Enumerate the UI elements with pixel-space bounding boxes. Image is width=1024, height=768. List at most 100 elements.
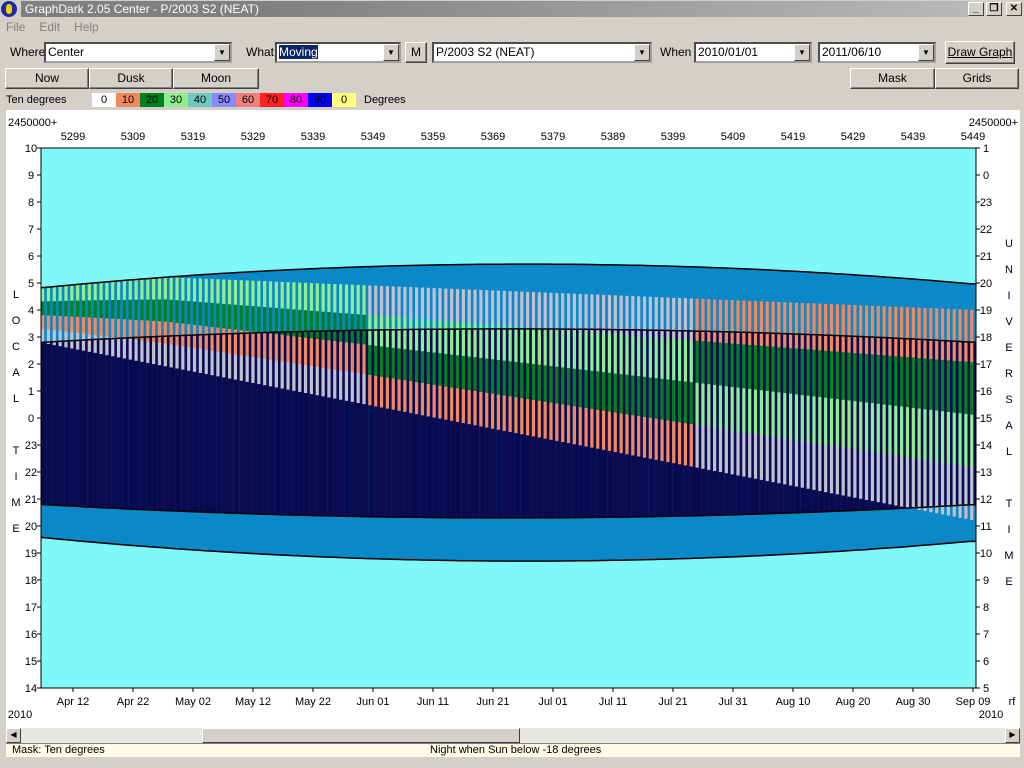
chevron-down-icon[interactable]: ▼ <box>214 44 230 61</box>
app-icon[interactable] <box>1 1 17 17</box>
altitude-stripe <box>315 366 319 396</box>
altitude-stripe <box>397 348 401 380</box>
altitude-stripe <box>263 358 267 386</box>
chevron-down-icon[interactable]: ▼ <box>918 44 934 61</box>
altitude-stripe <box>637 416 641 457</box>
minimize-button[interactable]: _ <box>968 2 984 16</box>
altitude-stripe <box>578 293 582 333</box>
scroll-left-icon[interactable]: ◀ <box>6 728 21 743</box>
altitude-stripe <box>713 384 717 429</box>
altitude-stripe <box>134 279 138 301</box>
right-axis-title-letter: I <box>1007 524 1010 536</box>
jd-tick-label: 5379 <box>541 131 565 143</box>
year-right-label: 2010 <box>979 709 1003 721</box>
scroll-right-icon[interactable]: ▶ <box>1005 728 1020 743</box>
menu-help[interactable]: Help <box>74 20 99 34</box>
right-hour-label: 1 <box>983 143 989 155</box>
chevron-down-icon[interactable]: ▼ <box>383 44 399 61</box>
altitude-stripe <box>274 334 278 362</box>
left-axis-title-letter: E <box>12 523 19 535</box>
altitude-stripe <box>444 386 448 420</box>
date-tick-label: Jul 31 <box>718 696 747 708</box>
altitude-stripe <box>163 321 167 345</box>
altitude-stripe <box>794 394 799 441</box>
altitude-stripe <box>473 357 477 392</box>
altitude-stripe <box>777 301 781 348</box>
night-column <box>128 337 135 509</box>
altitude-stripe <box>771 391 775 438</box>
altitude-stripe <box>748 388 752 434</box>
altitude-stripe <box>76 300 80 318</box>
m-button[interactable]: M <box>405 42 427 63</box>
altitude-stripe <box>660 378 664 421</box>
right-hour-label: 11 <box>980 521 991 533</box>
altitude-stripe <box>315 283 319 312</box>
altitude-stripe <box>549 402 553 440</box>
menu-file[interactable]: File <box>6 20 25 34</box>
altitude-stripe <box>718 428 723 473</box>
right-hour-label: 10 <box>980 548 992 560</box>
start-date-select[interactable]: 2010/01/01 ▼ <box>694 42 812 63</box>
altitude-stripe <box>911 307 915 359</box>
altitude-stripe <box>578 407 582 446</box>
altitude-stripe <box>438 385 442 419</box>
draw-graph-button[interactable]: Draw Graph <box>945 41 1015 64</box>
altitude-stripe <box>415 287 419 320</box>
jd-tick-label: 5349 <box>361 131 385 143</box>
altitude-stripe <box>818 443 822 492</box>
altitude-stripe <box>175 300 179 324</box>
what-select[interactable]: Moving ▼ <box>275 42 401 63</box>
altitude-stripe <box>403 317 407 350</box>
close-button[interactable]: ✕ <box>1006 2 1022 16</box>
grids-button[interactable]: Grids <box>935 68 1019 89</box>
altitude-stripe <box>245 330 249 357</box>
right-axis-title-letter: T <box>1006 498 1013 510</box>
altitude-stripe <box>432 352 436 386</box>
horizontal-scrollbar[interactable]: ◀ ▶ <box>6 728 1020 743</box>
altitude-stripe <box>64 285 68 302</box>
altitude-stripe <box>344 313 349 343</box>
left-axis-title-letter: T <box>13 445 20 457</box>
scroll-thumb[interactable] <box>202 728 520 743</box>
altitude-stripe <box>794 302 799 350</box>
altitude-stripe <box>566 368 571 406</box>
altitude-stripe <box>93 300 97 319</box>
altitude-stripe <box>806 303 810 350</box>
chevron-down-icon[interactable]: ▼ <box>794 44 810 61</box>
altitude-stripe <box>438 353 442 387</box>
altitude-stripe <box>847 448 851 497</box>
maximize-button[interactable]: ❐ <box>986 2 1002 16</box>
altitude-stripe <box>584 332 588 371</box>
where-select[interactable]: Center ▼ <box>44 42 232 63</box>
altitude-stripe <box>146 320 150 343</box>
altitude-stripe <box>298 282 302 311</box>
altitude-stripe <box>76 284 80 302</box>
altitude-stripe <box>759 434 763 480</box>
altitude-stripe <box>549 292 553 330</box>
object-select[interactable]: P/2003 S2 (NEAT) ▼ <box>432 42 652 63</box>
dusk-button[interactable]: Dusk <box>89 68 173 89</box>
chevron-down-icon[interactable]: ▼ <box>634 44 650 61</box>
altitude-stripe <box>794 440 799 487</box>
moon-button[interactable]: Moon <box>173 68 259 89</box>
end-date-select[interactable]: 2011/06/10 ▼ <box>818 42 936 63</box>
altitude-stripe <box>572 293 576 332</box>
altitude-stripe <box>590 408 594 448</box>
altitude-stripe <box>707 384 711 428</box>
jd-tick-label: 5399 <box>661 131 685 143</box>
altitude-stripe <box>946 360 950 413</box>
left-hour-label: 22 <box>25 467 37 479</box>
altitude-stripe <box>590 294 594 334</box>
altitude-stripe <box>736 387 740 432</box>
altitude-stripe <box>257 332 261 359</box>
now-button[interactable]: Now <box>5 68 89 89</box>
menu-edit[interactable]: Edit <box>39 20 60 34</box>
altitude-stripe <box>870 451 875 502</box>
altitude-stripe <box>198 325 202 350</box>
altitude-stripe <box>970 309 974 363</box>
mask-button[interactable]: Mask <box>850 68 935 89</box>
legend-swatch-8: 80 <box>284 93 308 107</box>
right-hour-label: 13 <box>980 467 992 479</box>
altitude-stripe <box>870 354 875 404</box>
altitude-stripe <box>152 342 156 365</box>
